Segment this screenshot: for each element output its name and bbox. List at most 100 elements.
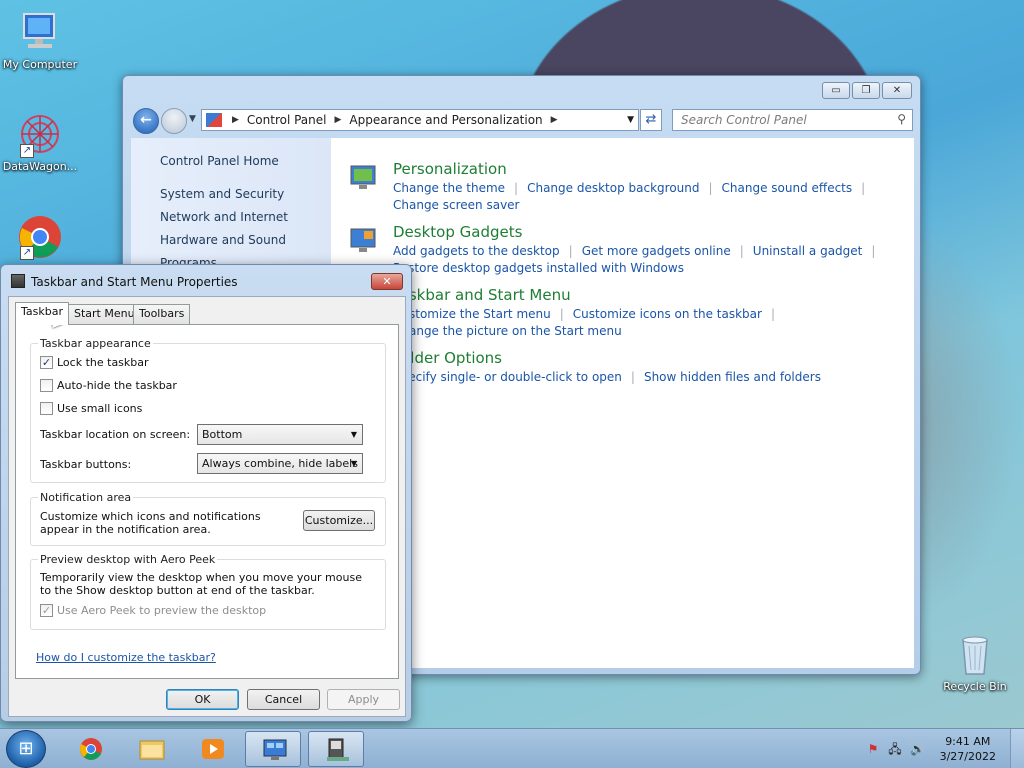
control-panel-content: Personalization Change the theme | Change …	[331, 138, 914, 668]
chrome-icon	[78, 737, 104, 761]
control-panel-icon	[206, 113, 222, 127]
taskbar-media-player[interactable]	[184, 731, 240, 767]
sidebar-item-network[interactable]: Network and Internet	[160, 210, 288, 224]
link-customize-start[interactable]: Customize the Start menu	[393, 307, 551, 321]
recent-pages-dropdown[interactable]: ▼	[189, 114, 196, 124]
breadcrumb-separator-icon: ▶	[232, 115, 239, 125]
tab-toolbars[interactable]: Toolbars	[133, 304, 191, 324]
refresh-button[interactable]: ⇄	[640, 109, 662, 131]
taskbar-chrome[interactable]	[62, 731, 118, 767]
checkbox-checked-icon: ✓	[40, 356, 53, 369]
link-change-sound[interactable]: Change sound effects	[722, 181, 853, 195]
group-label: Taskbar appearance	[38, 337, 153, 350]
customize-button[interactable]: Customize...	[303, 510, 375, 531]
desktop-icon-datawagon[interactable]: ↗ DataWagon...	[0, 112, 80, 173]
desktop-icon-my-computer[interactable]: My Computer	[0, 10, 80, 71]
taskbar-properties-icon	[11, 274, 25, 288]
system-tray: ⚑ 🖧 🔊 9:41 AM 3/27/2022	[854, 729, 1024, 768]
checkbox-label: Lock the taskbar	[57, 356, 149, 369]
taskbar-location-select[interactable]: Bottom ▼	[197, 424, 363, 445]
taskbar-control-panel[interactable]	[245, 731, 301, 767]
sidebar-item-home[interactable]: Control Panel Home	[160, 154, 279, 168]
small-icons-checkbox[interactable]: Use small icons	[40, 402, 142, 415]
link-customize-taskbar-icons[interactable]: Customize icons on the taskbar	[573, 307, 762, 321]
address-bar[interactable]: ▶ Control Panel ▶ Appearance and Persona…	[201, 109, 639, 131]
apply-button: Apply	[327, 689, 400, 710]
link-restore-gadgets[interactable]: Restore desktop gadgets installed with W…	[393, 261, 684, 275]
autohide-taskbar-checkbox[interactable]: Auto-hide the taskbar	[40, 379, 177, 392]
cancel-button[interactable]: Cancel	[247, 689, 320, 710]
minimize-button[interactable]: ▭	[822, 82, 850, 99]
address-dropdown-icon[interactable]: ▼	[627, 115, 634, 125]
show-desktop-button[interactable]	[1010, 729, 1024, 768]
sidebar-item-hardware[interactable]: Hardware and Sound	[160, 233, 286, 247]
link-change-background[interactable]: Change desktop background	[527, 181, 699, 195]
category-title[interactable]: Personalization	[393, 160, 507, 178]
chevron-down-icon: ▼	[350, 430, 357, 439]
dialog-title: Taskbar and Start Menu Properties	[31, 275, 238, 289]
dialog-body: Taskbar Start Menu Toolbars Taskbar appe…	[8, 296, 406, 717]
link-uninstall-gadget[interactable]: Uninstall a gadget	[753, 244, 863, 258]
media-player-icon	[200, 737, 226, 761]
search-icon[interactable]: ⚲	[897, 112, 906, 126]
group-label: Preview desktop with Aero Peek	[38, 553, 218, 566]
tab-start-menu[interactable]: Start Menu	[68, 304, 141, 324]
taskbar: ⊞ ⚑ 🖧 🔊 9:41 AM 3/27/2022	[0, 728, 1024, 768]
aero-peek-description: Temporarily view the desktop when you mo…	[40, 571, 362, 597]
shortcut-arrow-icon: ↗	[20, 246, 34, 260]
link-change-start-picture[interactable]: Change the picture on the Start menu	[393, 324, 622, 338]
close-button[interactable]: ✕	[882, 82, 912, 99]
help-link[interactable]: How do I customize the taskbar?	[36, 651, 216, 664]
taskbar-properties-window[interactable]	[308, 731, 364, 767]
ok-button[interactable]: OK	[166, 689, 239, 710]
checkbox-label: Auto-hide the taskbar	[57, 379, 177, 392]
tab-taskbar[interactable]: Taskbar	[15, 302, 69, 325]
computer-icon	[16, 10, 64, 56]
breadcrumb-appearance[interactable]: Appearance and Personalization	[349, 113, 542, 127]
link-add-gadgets[interactable]: Add gadgets to the desktop	[393, 244, 560, 258]
link-change-screensaver[interactable]: Change screen saver	[393, 198, 520, 212]
link-more-gadgets[interactable]: Get more gadgets online	[582, 244, 731, 258]
start-button[interactable]: ⊞	[6, 730, 46, 768]
maximize-button[interactable]: ❐	[852, 82, 880, 99]
breadcrumb-separator-icon: ▶	[334, 115, 342, 125]
action-center-flag-icon[interactable]: ⚑	[866, 742, 880, 756]
network-icon[interactable]: 🖧	[888, 742, 902, 756]
volume-icon[interactable]: 🔊	[910, 742, 925, 756]
desktop-icon-chrome[interactable]: ↗	[0, 214, 80, 262]
link-show-hidden-files[interactable]: Show hidden files and folders	[644, 370, 821, 384]
clock[interactable]: 9:41 AM 3/27/2022	[940, 734, 996, 764]
taskbar-explorer[interactable]	[123, 731, 179, 767]
datawagon-icon: ↗	[16, 112, 64, 158]
shortcut-arrow-icon: ↗	[20, 144, 34, 158]
aero-peek-checkbox: ✓ Use Aero Peek to preview the desktop	[40, 604, 266, 617]
taskbar-buttons-select[interactable]: Always combine, hide labels ▼	[197, 453, 363, 474]
buttons-label: Taskbar buttons:	[40, 458, 132, 471]
lock-taskbar-checkbox[interactable]: ✓ Lock the taskbar	[40, 356, 149, 369]
desktop-icon-label: DataWagon...	[2, 160, 78, 173]
back-button[interactable]: ←	[133, 108, 159, 134]
checkbox-label: Use small icons	[57, 402, 143, 415]
gadgets-icon	[349, 225, 379, 255]
taskbar-tab-panel: Taskbar appearance ✓ Lock the taskbar Aut…	[15, 324, 399, 679]
search-input[interactable]: Search Control Panel ⚲	[672, 109, 913, 131]
link-change-theme[interactable]: Change the theme	[393, 181, 505, 195]
taskbar-appearance-group: Taskbar appearance ✓ Lock the taskbar Aut…	[30, 337, 386, 483]
dialog-close-button[interactable]: ✕	[371, 273, 403, 290]
notification-description: Customize which icons and notifications …	[40, 510, 261, 536]
sidebar-item-system-security[interactable]: System and Security	[160, 187, 284, 201]
chrome-icon: ↗	[16, 214, 64, 260]
desktop-icon-recycle-bin[interactable]: Recycle Bin	[935, 632, 1015, 693]
navigation-bar: ← ▼ ▶ Control Panel ▶ Appearance and Per…	[131, 106, 913, 134]
checkbox-label: Use Aero Peek to preview the desktop	[57, 604, 267, 617]
link-single-double-click[interactable]: Specify single- or double-click to open	[393, 370, 622, 384]
forward-button[interactable]	[161, 108, 187, 134]
taskbar-properties-dialog[interactable]: Taskbar and Start Menu Properties ✕ Task…	[0, 264, 412, 722]
category-title[interactable]: Taskbar and Start Menu	[393, 286, 571, 304]
category-title[interactable]: Desktop Gadgets	[393, 223, 522, 241]
breadcrumb-control-panel[interactable]: Control Panel	[247, 113, 327, 127]
notification-area-group: Notification area Customize which icons …	[30, 491, 386, 546]
desktop-icon-label: Recycle Bin	[943, 680, 1007, 693]
group-label: Notification area	[38, 491, 134, 504]
clock-time: 9:41 AM	[945, 735, 991, 748]
